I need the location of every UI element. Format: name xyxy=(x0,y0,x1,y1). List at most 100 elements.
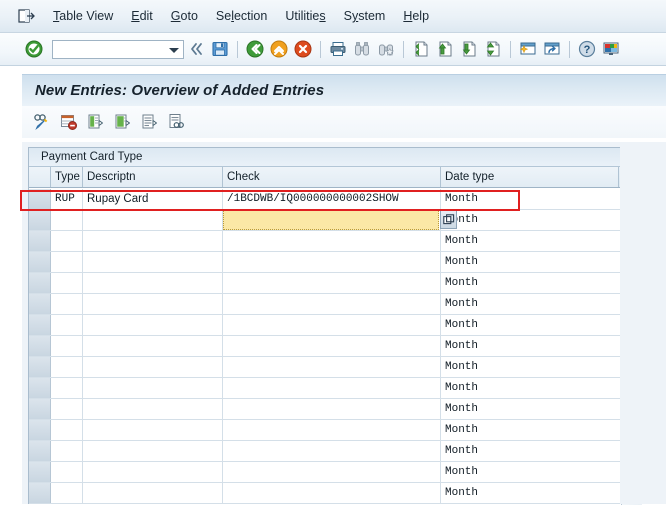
cell-date-type[interactable]: Month xyxy=(441,294,619,314)
cell-type[interactable] xyxy=(51,294,83,314)
cell-date-type[interactable]: Month xyxy=(441,378,619,398)
cell-date-type[interactable]: Month xyxy=(441,189,619,209)
cell-check[interactable] xyxy=(223,273,441,293)
table-row[interactable]: Month xyxy=(29,483,621,504)
row-selector[interactable] xyxy=(29,399,51,419)
table-row[interactable]: Month xyxy=(29,441,621,462)
cell-descriptn[interactable] xyxy=(83,441,223,461)
cell-date-type[interactable]: Month xyxy=(441,441,619,461)
cell-check[interactable] xyxy=(223,336,441,356)
column-header-check[interactable]: Check xyxy=(223,167,441,187)
header-select-all-cell[interactable] xyxy=(29,167,51,187)
column-header-date-type[interactable]: Date type xyxy=(441,167,619,187)
cell-type[interactable] xyxy=(51,420,83,440)
double-chevron-left-icon[interactable] xyxy=(185,38,207,60)
cell-descriptn[interactable] xyxy=(83,378,223,398)
row-selector[interactable] xyxy=(29,441,51,461)
table-row[interactable]: Month xyxy=(29,231,621,252)
cell-descriptn[interactable] xyxy=(83,336,223,356)
cell-date-type[interactable]: Month xyxy=(441,399,619,419)
menu-item-system[interactable]: System xyxy=(335,7,395,25)
cell-date-type[interactable]: Month xyxy=(441,315,619,335)
cell-descriptn[interactable] xyxy=(83,483,223,503)
cell-check[interactable] xyxy=(223,357,441,377)
yellow-exit-up-icon[interactable] xyxy=(268,38,290,60)
cell-type[interactable] xyxy=(51,252,83,272)
table-row[interactable]: Month xyxy=(29,462,621,483)
binoculars-find-next-icon[interactable] xyxy=(375,38,397,60)
cell-descriptn[interactable] xyxy=(83,252,223,272)
cell-descriptn[interactable]: Rupay Card xyxy=(83,189,223,209)
cell-descriptn[interactable] xyxy=(83,420,223,440)
check-active-input[interactable] xyxy=(223,210,439,230)
next-page-icon[interactable] xyxy=(458,38,480,60)
cell-type[interactable] xyxy=(51,399,83,419)
command-input[interactable] xyxy=(53,41,163,57)
table-row[interactable]: RUP Rupay Card /1BCDWB/IQ000000000002SHO… xyxy=(29,189,621,210)
binoculars-find-icon[interactable] xyxy=(351,38,373,60)
table-row[interactable]: Month xyxy=(29,294,621,315)
cell-date-type[interactable]: Month xyxy=(441,483,619,503)
row-selector[interactable] xyxy=(29,210,51,230)
cell-descriptn[interactable] xyxy=(83,399,223,419)
last-page-icon[interactable] xyxy=(482,38,504,60)
first-page-icon[interactable] xyxy=(410,38,432,60)
column-header-descriptn[interactable]: Descriptn xyxy=(83,167,223,187)
row-selector[interactable] xyxy=(29,231,51,251)
row-selector[interactable] xyxy=(29,294,51,314)
cell-check[interactable] xyxy=(223,483,441,503)
copy-as-icon[interactable] xyxy=(84,110,108,134)
menu-item-help[interactable]: Help xyxy=(394,7,438,25)
command-field[interactable] xyxy=(52,39,184,59)
undo-change-icon[interactable] xyxy=(111,110,135,134)
row-selector[interactable] xyxy=(29,252,51,272)
row-selector[interactable] xyxy=(29,483,51,503)
printer-icon[interactable] xyxy=(327,38,349,60)
table-row[interactable]: Month xyxy=(29,378,621,399)
cell-check[interactable] xyxy=(223,399,441,419)
cell-date-type[interactable]: Month xyxy=(441,336,619,356)
row-selector[interactable] xyxy=(29,357,51,377)
cell-descriptn[interactable] xyxy=(83,231,223,251)
green-check-enter-icon[interactable] xyxy=(23,38,45,60)
cell-type[interactable] xyxy=(51,462,83,482)
red-cancel-x-icon[interactable] xyxy=(292,38,314,60)
help-question-icon[interactable]: ? xyxy=(576,38,598,60)
details-display-icon[interactable] xyxy=(165,110,189,134)
chevron-down-icon[interactable] xyxy=(169,47,179,53)
select-all-entries-icon[interactable] xyxy=(138,110,162,134)
cell-type[interactable] xyxy=(51,357,83,377)
cell-check[interactable] xyxy=(223,252,441,272)
cell-type[interactable] xyxy=(51,378,83,398)
row-selector[interactable] xyxy=(29,420,51,440)
row-selector[interactable] xyxy=(29,273,51,293)
cell-check[interactable] xyxy=(223,294,441,314)
cell-date-type[interactable]: Month xyxy=(441,231,619,251)
cell-date-type[interactable]: Month xyxy=(441,252,619,272)
cell-type[interactable] xyxy=(51,231,83,251)
exit-arrow-icon[interactable] xyxy=(16,7,38,25)
table-row[interactable]: Month xyxy=(29,420,621,441)
search-help-f4-icon[interactable] xyxy=(440,210,457,229)
table-row[interactable]: Month xyxy=(29,273,621,294)
cell-descriptn[interactable] xyxy=(83,294,223,314)
row-selector[interactable] xyxy=(29,315,51,335)
new-entries-icon[interactable] xyxy=(30,110,54,134)
customize-local-layout-icon[interactable] xyxy=(600,38,622,60)
cell-check[interactable] xyxy=(223,441,441,461)
row-selector[interactable] xyxy=(29,189,51,209)
cell-type[interactable] xyxy=(51,273,83,293)
cell-type[interactable] xyxy=(51,315,83,335)
cell-type[interactable] xyxy=(51,441,83,461)
menu-item-goto[interactable]: Goto xyxy=(162,7,207,25)
cell-type[interactable]: RUP xyxy=(51,189,83,209)
create-session-icon[interactable] xyxy=(517,38,539,60)
row-selector[interactable] xyxy=(29,336,51,356)
cell-date-type[interactable]: Month xyxy=(441,462,619,482)
table-row[interactable]: Month xyxy=(29,210,621,231)
cell-date-type[interactable]: Month xyxy=(441,210,619,230)
cell-date-type[interactable]: Month xyxy=(441,357,619,377)
menu-item-selection[interactable]: Selection xyxy=(207,7,276,25)
cell-check[interactable] xyxy=(223,315,441,335)
create-shortcut-icon[interactable] xyxy=(541,38,563,60)
